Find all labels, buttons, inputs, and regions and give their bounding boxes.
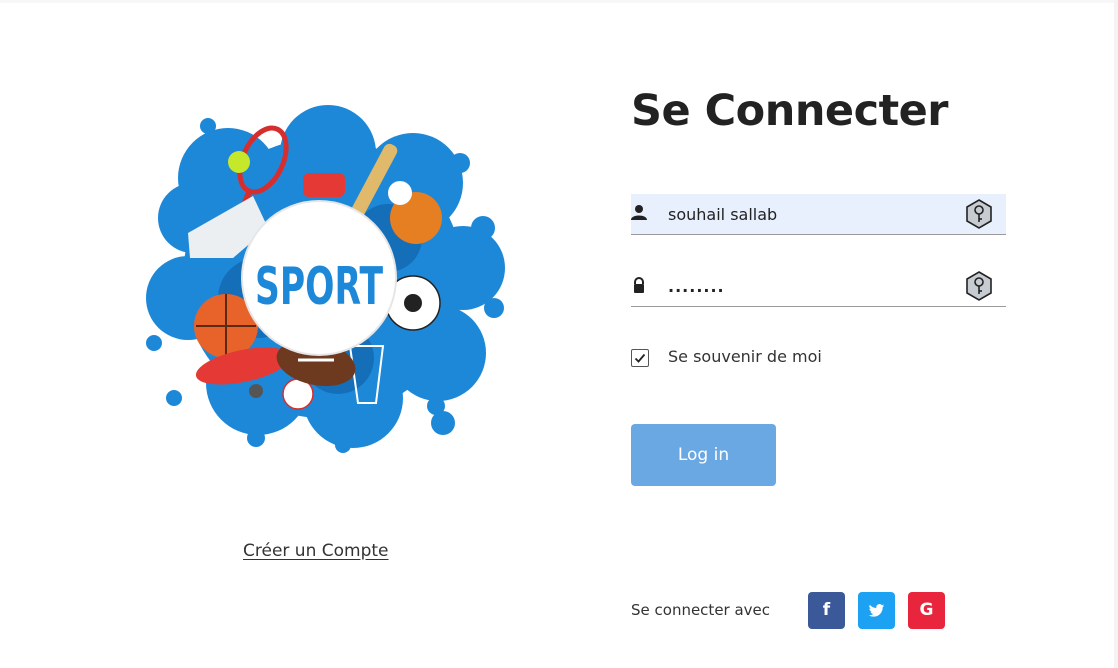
top-border — [0, 0, 1118, 3]
social-login-label: Se connecter avec — [631, 601, 771, 619]
check-icon — [634, 353, 646, 363]
twitter-icon — [868, 604, 885, 617]
remember-checkbox[interactable] — [631, 349, 649, 367]
facebook-icon: f — [822, 600, 831, 620]
login-page: SPORT Créer un Compte Se Connecter souha… — [0, 0, 1118, 668]
lock-icon — [634, 277, 644, 293]
key-icon[interactable] — [964, 199, 994, 229]
right-border — [1114, 0, 1118, 668]
password-input[interactable] — [668, 266, 958, 306]
google-icon: G — [919, 600, 934, 620]
facebook-button[interactable]: f — [808, 592, 845, 629]
username-field — [631, 194, 1006, 235]
username-input[interactable] — [668, 194, 958, 234]
sport-logo: SPORT — [146, 105, 505, 453]
logo-text: SPORT — [255, 257, 383, 317]
google-button[interactable]: G — [908, 592, 945, 629]
user-icon — [631, 205, 647, 220]
remember-label: Se souvenir de moi — [668, 347, 822, 366]
password-field — [631, 266, 1006, 307]
create-account-link[interactable]: Créer un Compte — [243, 541, 389, 561]
login-button[interactable]: Log in — [631, 424, 776, 486]
twitter-button[interactable] — [858, 592, 895, 629]
key-icon[interactable] — [964, 271, 994, 301]
page-title: Se Connecter — [631, 86, 949, 136]
